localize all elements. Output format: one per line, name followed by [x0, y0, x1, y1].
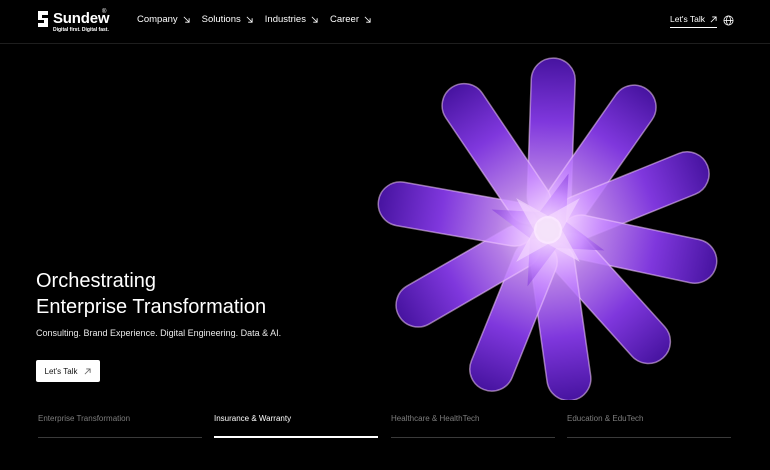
nav-item-label: Solutions: [201, 14, 241, 25]
tab-label: Enterprise Transformation: [38, 414, 131, 423]
hero-flower-illustration: [377, 57, 718, 400]
arrow-up-right-icon: [710, 15, 717, 22]
nav-item-label: Industries: [264, 14, 306, 25]
lets-talk-link[interactable]: Let's Talk: [670, 14, 718, 28]
nav-item-solutions[interactable]: Solutions: [202, 14, 253, 25]
arrow-up-right-icon: [85, 367, 92, 374]
hero-subtitle: Consulting. Brand Experience. Digital En…: [36, 328, 282, 338]
brand-tagline: Digital first. Digital fast.: [53, 27, 109, 33]
tab-enterprise-transformation[interactable]: Enterprise Transformation: [38, 414, 202, 438]
nav-item-label: Career: [329, 14, 359, 25]
tab-label: Insurance & Warranty: [214, 414, 292, 423]
lets-talk-label: Let's Talk: [670, 14, 706, 24]
sundew-logo-icon: [38, 11, 48, 27]
sundew-logo[interactable]: Sundew ® Digital first. Digital fast.: [36, 9, 116, 34]
hero-title-line-1: Orchestrating: [36, 270, 157, 292]
hero-title-line-2: Enterprise Transformation: [36, 296, 267, 318]
main-nav: Company Solutions Industries Career: [137, 14, 371, 25]
registered-mark: ®: [102, 9, 107, 15]
tab-insurance-warranty[interactable]: Insurance & Warranty: [214, 414, 378, 438]
industry-tabs: Enterprise Transformation Insurance & Wa…: [38, 414, 732, 438]
hero-lets-talk-button[interactable]: Let's Talk: [36, 360, 100, 382]
arrow-down-right-icon: [364, 16, 371, 23]
tab-label: Education & EduTech: [567, 414, 644, 423]
arrow-down-right-icon: [311, 16, 318, 23]
nav-item-company[interactable]: Company: [137, 14, 190, 25]
hero-title: Orchestrating Enterprise Transformation: [36, 268, 396, 320]
brand-name: Sundew: [53, 10, 110, 27]
tab-label: Healthcare & HealthTech: [391, 414, 480, 423]
nav-item-industries[interactable]: Industries: [265, 14, 318, 25]
tab-education-edutech[interactable]: Education & EduTech: [567, 414, 731, 438]
arrow-down-right-icon: [183, 16, 190, 23]
arrow-down-right-icon: [246, 16, 253, 23]
tab-healthcare-healthtech[interactable]: Healthcare & HealthTech: [391, 414, 555, 438]
nav-item-career[interactable]: Career: [330, 14, 371, 25]
hero-button-label: Let's Talk: [44, 366, 78, 376]
nav-item-label: Company: [137, 14, 178, 25]
globe-icon[interactable]: [723, 15, 734, 26]
